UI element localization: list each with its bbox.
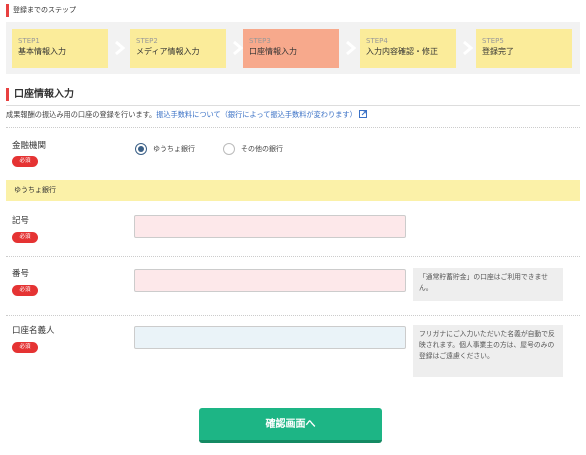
section-description: 成果報酬の振込み用の口座の登録を行います。振込手数料について（銀行によって振込手… [6, 110, 367, 120]
fee-link[interactable]: 振込手数料について（銀行によって振込手数料が変わります） [156, 110, 356, 119]
radio-button-selected[interactable] [135, 143, 147, 155]
step-name: 登録完了 [482, 47, 514, 56]
step-5: STEP5 登録完了 [476, 29, 572, 68]
divider [6, 127, 580, 128]
chevron-right-icon [115, 40, 126, 56]
radio-yucho[interactable]: ゆうちょ銀行 [135, 142, 195, 156]
step-2: STEP2 メディア情報入力 [130, 29, 226, 68]
required-badge: 必須 [12, 342, 38, 353]
required-badge: 必須 [12, 285, 38, 296]
bangou-label: 番号 [12, 269, 30, 279]
confirm-button[interactable]: 確認画面へ [199, 408, 382, 443]
step-number: STEP4 [366, 37, 388, 45]
step-name: 基本情報入力 [18, 47, 66, 56]
step-number: STEP3 [249, 37, 271, 45]
divider [6, 256, 580, 257]
meigi-note: フリガナにご入力いただいた名義が自動で反映されます。個人事業主の方は、屋号のみの… [413, 325, 563, 377]
bank-section-band: ゆうちょ銀行 [6, 180, 580, 201]
chevron-right-icon [463, 40, 474, 56]
bangou-note: 「通常貯蓄貯金」の口座はご利用できません。 [413, 268, 563, 301]
bangou-input[interactable] [134, 269, 406, 292]
account-holder-input[interactable] [134, 326, 406, 349]
steps-header: 登録までのステップ [6, 4, 76, 17]
section-divider [6, 105, 580, 106]
description-text: 成果報酬の振込み用の口座の登録を行います。 [6, 110, 157, 119]
external-link-icon[interactable] [359, 110, 367, 118]
kigou-label: 記号 [12, 216, 30, 226]
meigi-label: 口座名義人 [12, 326, 55, 336]
step-number: STEP1 [18, 37, 40, 45]
step-1: STEP1 基本情報入力 [12, 29, 108, 68]
steps-panel: STEP1 基本情報入力 STEP2 メディア情報入力 STEP3 口座情報入力… [6, 22, 580, 74]
required-badge: 必須 [12, 232, 38, 243]
radio-label: その他の銀行 [241, 145, 283, 153]
radio-label: ゆうちょ銀行 [153, 145, 195, 153]
divider [6, 315, 580, 316]
step-name: 口座情報入力 [249, 47, 297, 56]
radio-other-bank[interactable]: その他の銀行 [223, 142, 283, 156]
radio-button[interactable] [223, 143, 235, 155]
step-number: STEP5 [482, 37, 504, 45]
step-number: STEP2 [136, 37, 158, 45]
bank-label: 金融機関 [12, 141, 47, 151]
step-4: STEP4 入力内容確認・修正 [360, 29, 456, 68]
section-title: 口座情報入力 [6, 88, 74, 101]
step-name: メディア情報入力 [136, 47, 200, 56]
kigou-input[interactable] [134, 215, 406, 238]
step-name: 入力内容確認・修正 [366, 47, 438, 56]
required-badge: 必須 [12, 156, 38, 167]
step-3: STEP3 口座情報入力 [243, 29, 339, 68]
chevron-right-icon [346, 40, 357, 56]
